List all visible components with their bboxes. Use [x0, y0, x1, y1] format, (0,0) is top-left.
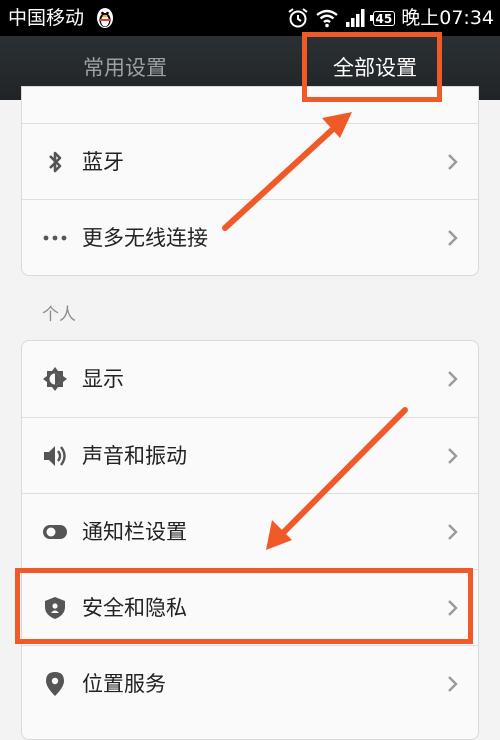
alarm-clock-icon — [287, 8, 308, 28]
list-item-display[interactable]: 显示 — [22, 341, 478, 417]
list-item-location[interactable]: 位置服务 — [22, 645, 478, 721]
carrier-name: 中国移动 — [8, 7, 85, 29]
location-pin-icon — [46, 672, 64, 696]
wifi-icon — [315, 9, 338, 28]
chevron-right-icon — [448, 154, 458, 170]
section-title-personal: 个人 — [42, 305, 76, 325]
list-item-sound-vibration[interactable]: 声音和振动 — [22, 417, 478, 493]
brightness-icon — [43, 367, 67, 391]
list-item-label: 更多无线连接 — [82, 226, 208, 250]
list-item-notification-bar[interactable]: 通知栏设置 — [22, 493, 478, 569]
list-item-bluetooth[interactable]: 蓝牙 — [22, 123, 478, 199]
shield-icon — [45, 597, 65, 619]
toggle-icon — [43, 525, 67, 539]
list-item-label: 通知栏设置 — [82, 520, 187, 544]
list-item-label: 显示 — [82, 367, 124, 391]
list-item-label: 蓝牙 — [82, 150, 124, 174]
chevron-right-icon — [448, 600, 458, 616]
clock-time: 晚上07:34 — [401, 7, 494, 29]
list-item-more-wireless[interactable]: 更多无线连接 — [22, 199, 478, 275]
signal-strength-icon — [345, 9, 365, 27]
list-item-label: 安全和隐私 — [82, 596, 187, 620]
chevron-right-icon — [448, 524, 458, 540]
speaker-icon — [44, 446, 66, 466]
list-item-label: 声音和振动 — [82, 444, 187, 468]
chevron-right-icon — [448, 371, 458, 387]
chevron-right-icon — [448, 230, 458, 246]
chevron-right-icon — [448, 448, 458, 464]
more-dots-icon — [43, 235, 67, 241]
battery-level: 45 — [369, 10, 396, 26]
bluetooth-icon — [49, 151, 62, 173]
qq-penguin-icon — [97, 8, 113, 28]
chevron-right-icon — [448, 676, 458, 692]
list-item-security-privacy[interactable]: 安全和隐私 — [22, 569, 478, 645]
status-bar: 中国移动 45 晚上07:34 — [0, 0, 500, 36]
wireless-settings-card: 蓝牙 更多无线连接 — [21, 86, 479, 276]
personal-settings-card: 显示 声音和振动 通知栏设置 安全和隐私 位置服务 — [21, 340, 479, 740]
